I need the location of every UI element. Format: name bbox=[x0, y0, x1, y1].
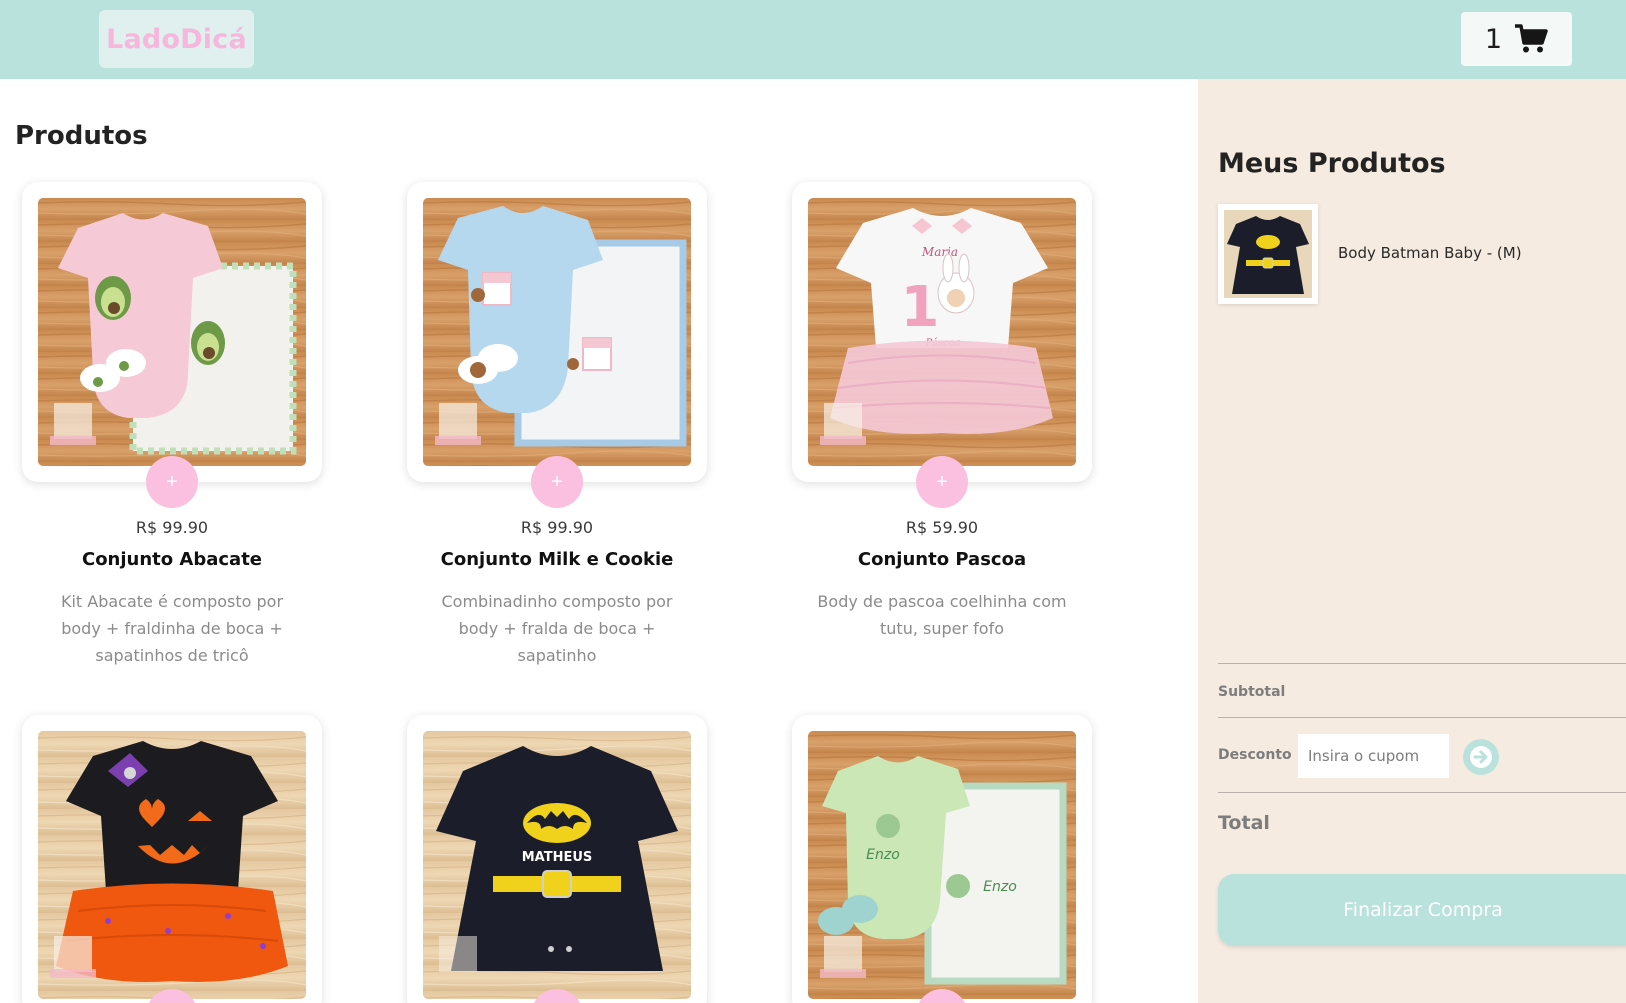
add-to-cart-button[interactable]: + bbox=[531, 456, 583, 508]
apply-coupon-button[interactable] bbox=[1463, 739, 1499, 775]
product-price: R$ 99.90 bbox=[520, 518, 594, 537]
product-price: R$ 59.90 bbox=[905, 518, 979, 537]
coupon-input[interactable] bbox=[1298, 734, 1449, 778]
cart-sidebar: Meus Produtos Body Batman Baby - (M) Sub… bbox=[1198, 79, 1626, 1003]
enzo-bib-print: Enzo bbox=[983, 879, 1017, 895]
product-name: Conjunto Milk e Cookie bbox=[440, 549, 674, 570]
product-price: R$ 99.90 bbox=[135, 518, 209, 537]
product-image[interactable]: Enzo Enzo bbox=[808, 731, 1076, 999]
product-name: Conjunto Pascoa bbox=[857, 549, 1027, 570]
divider bbox=[1218, 792, 1626, 793]
cart-title: Meus Produtos bbox=[1218, 148, 1446, 179]
pascoa-number-print: 1 bbox=[901, 275, 940, 340]
product-image-frame: MATHEUS bbox=[407, 715, 707, 1003]
enzo-body-print: Enzo bbox=[866, 847, 900, 863]
product-description: Kit Abacate é composto por body + fraldi… bbox=[60, 592, 284, 665]
product-description: Combinadinho composto por body + fralda … bbox=[441, 592, 673, 665]
product-image-frame: Enzo Enzo bbox=[792, 715, 1092, 1003]
add-to-cart-button[interactable]: + bbox=[916, 456, 968, 508]
product-image[interactable]: Maria 1 Páscoa bbox=[808, 198, 1076, 466]
section-title: Produtos bbox=[15, 121, 148, 151]
cart-item-thumbnail bbox=[1218, 204, 1318, 304]
product-image[interactable]: MATHEUS bbox=[423, 731, 691, 999]
product-image[interactable] bbox=[38, 198, 306, 466]
arrow-right-icon bbox=[1470, 746, 1492, 768]
product-image-frame bbox=[22, 715, 322, 1003]
product-image-frame bbox=[22, 182, 322, 482]
shopping-cart-icon bbox=[1515, 24, 1548, 53]
top-header: LadoDicá 1 bbox=[0, 0, 1626, 79]
divider bbox=[1218, 663, 1626, 664]
product-image-frame: Maria 1 Páscoa bbox=[792, 182, 1092, 482]
cart-count: 1 bbox=[1484, 23, 1503, 55]
divider bbox=[1218, 717, 1626, 718]
total-label: Total bbox=[1218, 812, 1270, 834]
cart-item-name: Body Batman Baby - (M) bbox=[1338, 244, 1522, 262]
product-image-frame bbox=[407, 182, 707, 482]
product-description: Body de pascoa coelhinha com tutu, super… bbox=[817, 592, 1067, 638]
cart-item[interactable]: Body Batman Baby - (M) bbox=[1218, 204, 1618, 304]
add-to-cart-button[interactable]: + bbox=[146, 456, 198, 508]
logo[interactable]: LadoDicá bbox=[99, 10, 254, 68]
batman-name-print: MATHEUS bbox=[522, 850, 593, 865]
product-image[interactable] bbox=[423, 198, 691, 466]
checkout-button[interactable]: Finalizar Compra bbox=[1218, 874, 1626, 946]
cart-button[interactable]: 1 bbox=[1461, 12, 1572, 66]
products-section: Produtos + R$ 99.90 Conjunto Abacate Kit… bbox=[0, 79, 1198, 1003]
product-image[interactable] bbox=[38, 731, 306, 999]
discount-label: Desconto bbox=[1218, 747, 1292, 763]
pascoa-name-print: Maria bbox=[921, 245, 958, 259]
subtotal-label: Subtotal bbox=[1218, 684, 1286, 700]
product-name: Conjunto Abacate bbox=[81, 549, 263, 570]
